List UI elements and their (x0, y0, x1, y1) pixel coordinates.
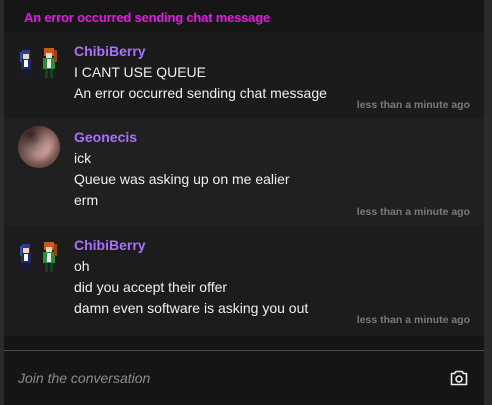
message-text: did you accept their offer (74, 279, 228, 295)
message-timestamp: less than a minute ago (356, 206, 470, 218)
message-author[interactable]: ChibiBerry (74, 236, 472, 254)
scrollbar-track[interactable] (484, 0, 492, 405)
avatar[interactable] (18, 238, 62, 278)
chat-input[interactable] (18, 365, 418, 391)
message-text: I CANT USE QUEUE (74, 64, 206, 80)
chat-message: ChibiBerry oh did you accept their offer… (4, 226, 484, 336)
camera-icon[interactable] (450, 370, 468, 386)
avatar[interactable] (18, 44, 62, 84)
message-author[interactable]: ChibiBerry (74, 42, 472, 60)
message-timestamp: less than a minute ago (356, 99, 470, 111)
message-text: Queue was asking up on me ealier (74, 171, 290, 187)
message-timestamp: less than a minute ago (356, 314, 470, 326)
message-author[interactable]: Geonecis (74, 128, 472, 146)
message-text: oh (74, 258, 90, 274)
chat-panel: An error occurred sending chat message C… (4, 0, 484, 405)
chat-message: Geonecis ick Queue was asking up on me e… (4, 118, 484, 226)
chat-composer (4, 351, 484, 405)
message-text: ick (74, 150, 92, 166)
chat-message: ChibiBerry I CANT USE QUEUE An error occ… (4, 32, 484, 118)
avatar[interactable] (18, 126, 60, 168)
error-banner: An error occurred sending chat message (4, 0, 484, 32)
